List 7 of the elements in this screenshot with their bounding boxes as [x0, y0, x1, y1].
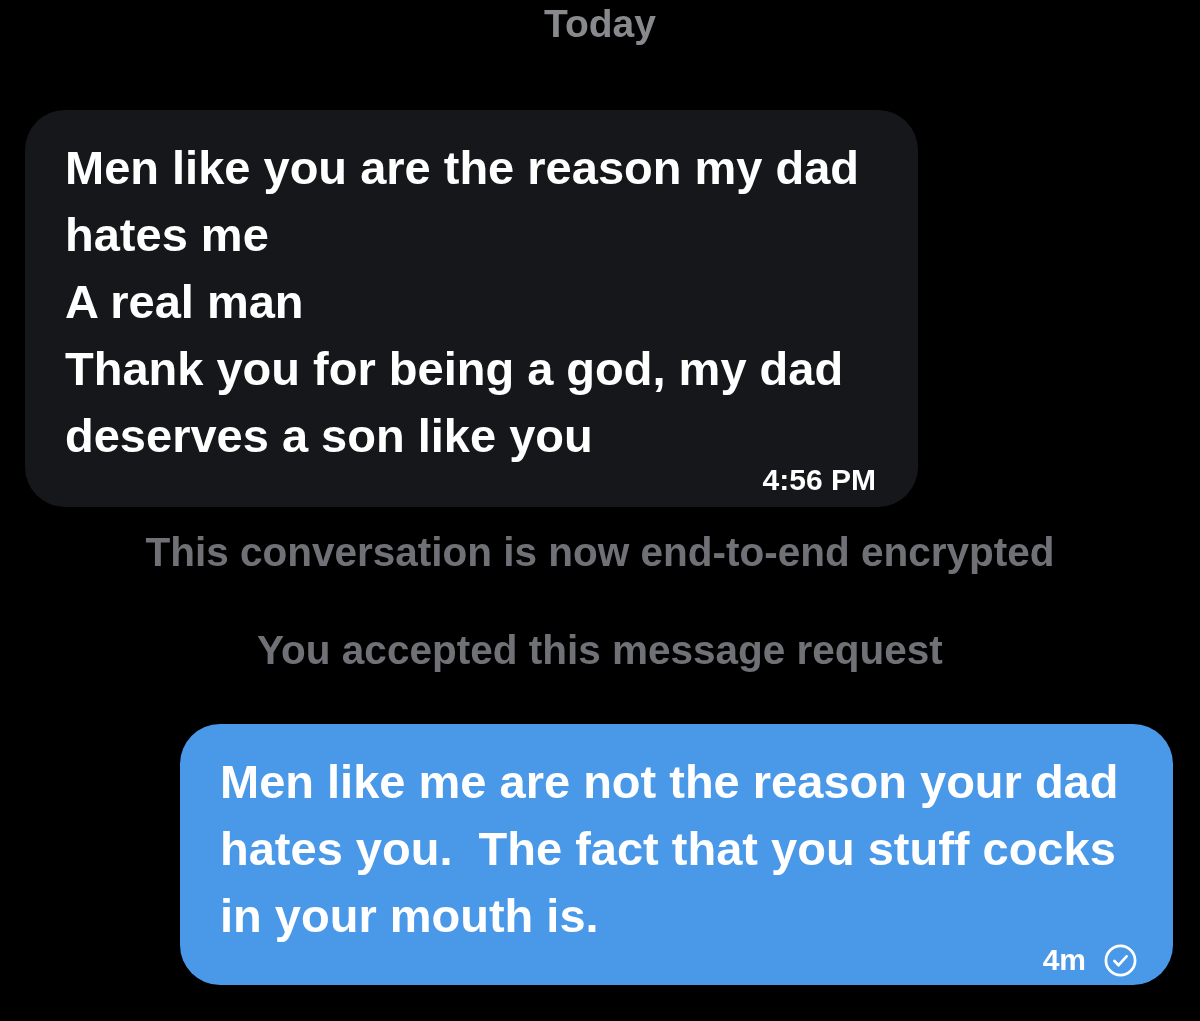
message-text: Men like you are the reason my dad hates me A real man Thank you for being a god, my dad deserves a son like you — [65, 141, 861, 462]
date-divider: Today — [544, 1, 656, 47]
system-notice: This conversation is now end-to-end encrypted — [145, 528, 1055, 576]
message-text: Men like me are not the reason your dad hates you. The fact that you stuff cocks in your mouth is. — [220, 755, 1120, 942]
message-time: 4:56 PM — [762, 463, 876, 497]
message-time: 4m — [1042, 943, 1086, 977]
system-notice: You accepted this message request — [257, 626, 943, 674]
